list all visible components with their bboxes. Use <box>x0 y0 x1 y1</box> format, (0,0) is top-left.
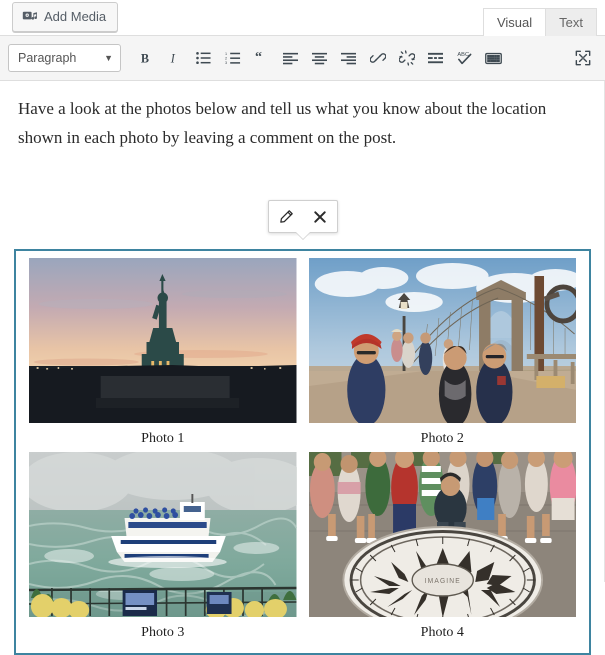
editor-top-bar: Add Media Visual Text <box>0 0 605 36</box>
photo-4-image[interactable]: IMAGINE <box>308 452 576 617</box>
add-media-button[interactable]: Add Media <box>12 2 119 32</box>
svg-text:IMAGINE: IMAGINE <box>424 578 460 585</box>
align-right-button[interactable] <box>334 44 363 73</box>
numbered-list-button[interactable]: 1 2 3 <box>218 44 247 73</box>
tab-visual[interactable]: Visual <box>482 8 547 36</box>
chevron-down-icon: ▼ <box>104 52 113 63</box>
svg-text:B: B <box>141 51 149 65</box>
svg-text:1: 1 <box>225 52 227 56</box>
pencil-edit-icon[interactable] <box>273 204 299 230</box>
close-remove-icon[interactable] <box>307 204 333 230</box>
editor-toolbar: Paragraph ▼ B I 1 2 3 “ ABC <box>0 36 605 81</box>
intro-paragraph: Have a look at the photos below and tell… <box>18 99 547 147</box>
fullscreen-button[interactable] <box>568 44 597 73</box>
photo-caption: Photo 2 <box>420 431 464 446</box>
gallery-grid: Photo 1 Photo 2 Photo 3 IMAGINE Photo 4 <box>23 258 582 646</box>
photo-3-image[interactable] <box>29 452 297 617</box>
gallery-item[interactable]: Photo 1 <box>23 258 303 452</box>
spellcheck-button[interactable]: ABC <box>450 44 479 73</box>
photo-caption: Photo 4 <box>420 625 464 640</box>
gallery-item[interactable]: Photo 3 <box>23 452 303 646</box>
photo-caption: Photo 3 <box>141 625 185 640</box>
align-left-button[interactable] <box>276 44 305 73</box>
photo-2-image[interactable] <box>308 258 576 423</box>
svg-text:“: “ <box>255 51 262 65</box>
bold-button[interactable]: B <box>131 44 160 73</box>
gallery-block[interactable]: Photo 1 Photo 2 Photo 3 IMAGINE Photo 4 <box>14 249 591 655</box>
paragraph-format-value: Paragraph <box>18 51 77 65</box>
paragraph-format-select[interactable]: Paragraph ▼ <box>8 44 121 72</box>
gallery-item[interactable]: IMAGINE Photo 4 <box>303 452 583 646</box>
svg-text:2: 2 <box>225 57 227 61</box>
media-library-icon <box>22 9 38 25</box>
bullet-list-button[interactable] <box>189 44 218 73</box>
add-media-label: Add Media <box>44 9 107 24</box>
align-center-button[interactable] <box>305 44 334 73</box>
toolbar-toggle-button[interactable] <box>479 44 508 73</box>
blockquote-button[interactable]: “ <box>247 44 276 73</box>
photo-1-image[interactable] <box>29 258 297 423</box>
remove-link-button[interactable] <box>392 44 421 73</box>
editor-content-area[interactable]: Have a look at the photos below and tell… <box>0 81 605 655</box>
insert-link-button[interactable] <box>363 44 392 73</box>
editor-mode-tabs: Visual Text <box>482 8 597 36</box>
italic-button[interactable]: I <box>160 44 189 73</box>
gallery-item[interactable]: Photo 2 <box>303 258 583 452</box>
svg-text:I: I <box>170 51 176 65</box>
image-edit-toolbar <box>268 200 338 240</box>
photo-caption: Photo 1 <box>141 431 185 446</box>
tab-text[interactable]: Text <box>545 8 597 36</box>
svg-text:3: 3 <box>225 61 227 65</box>
read-more-button[interactable] <box>421 44 450 73</box>
